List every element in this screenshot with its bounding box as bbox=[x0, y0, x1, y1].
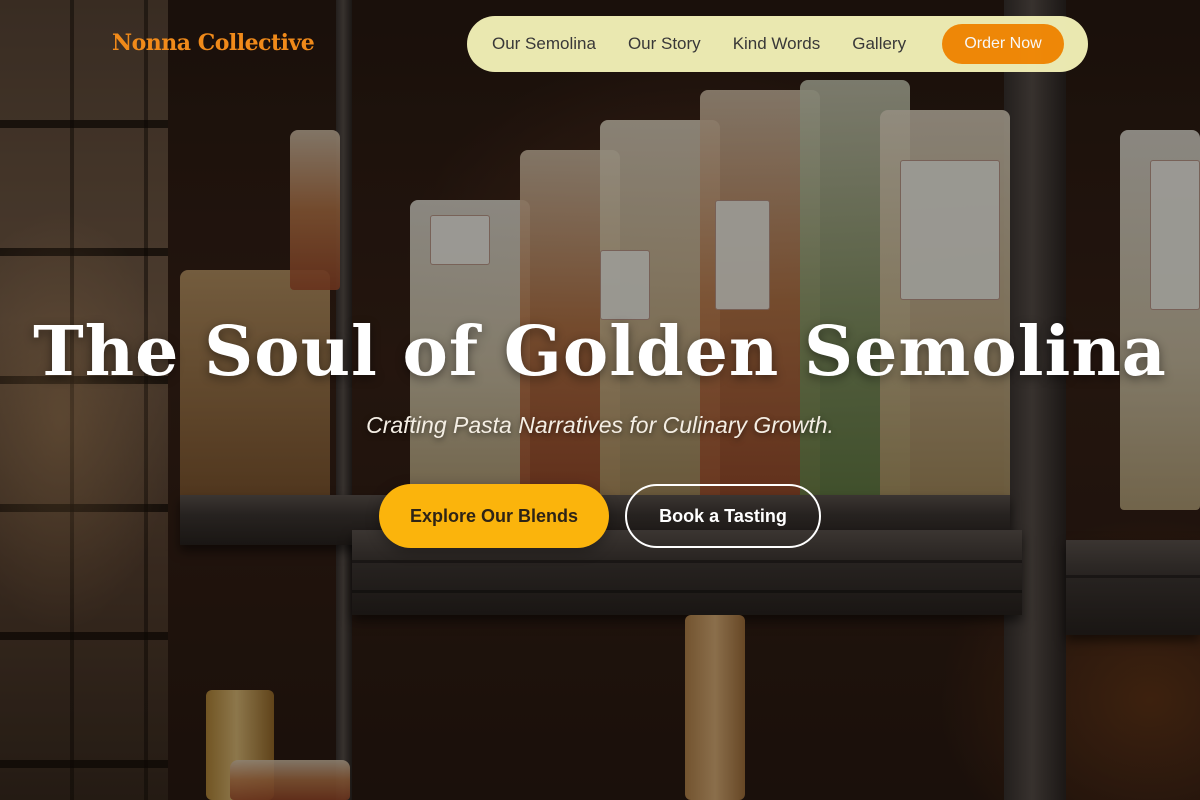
brand-logo[interactable]: Nonna Collective bbox=[112, 30, 315, 56]
hero-title: The Soul of Golden Semolina bbox=[33, 312, 1167, 392]
main-nav: Our Semolina Our Story Kind Words Galler… bbox=[467, 16, 1088, 72]
nav-link-our-semolina[interactable]: Our Semolina bbox=[492, 34, 596, 54]
nav-link-kind-words[interactable]: Kind Words bbox=[733, 34, 821, 54]
order-now-button[interactable]: Order Now bbox=[942, 24, 1064, 64]
nav-link-our-story[interactable]: Our Story bbox=[628, 34, 701, 54]
hero-subtitle: Crafting Pasta Narratives for Culinary G… bbox=[366, 412, 834, 438]
explore-blends-button[interactable]: Explore Our Blends bbox=[379, 484, 609, 548]
image-overlay bbox=[0, 0, 1200, 800]
book-tasting-button[interactable]: Book a Tasting bbox=[625, 484, 821, 548]
hero-background-image bbox=[0, 0, 1200, 800]
nav-link-gallery[interactable]: Gallery bbox=[852, 34, 906, 54]
